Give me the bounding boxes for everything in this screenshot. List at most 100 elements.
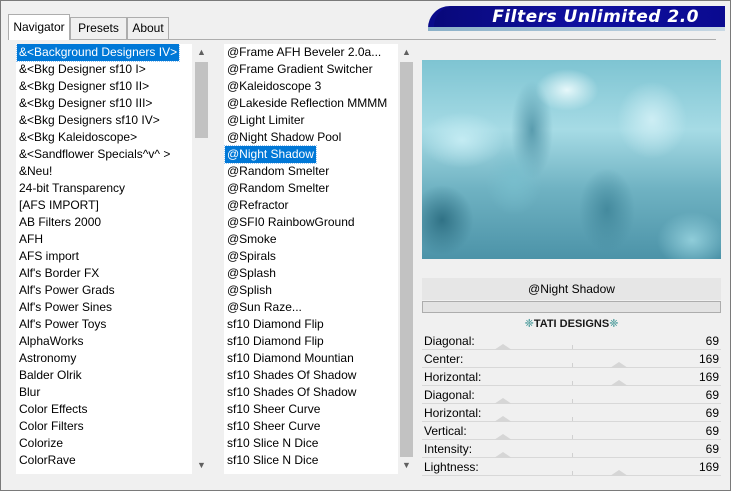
category-item[interactable]: &<Bkg Designers sf10 IV> bbox=[16, 112, 192, 129]
category-item[interactable]: AB Filters 2000 bbox=[16, 214, 192, 231]
banner-underline bbox=[428, 27, 725, 31]
filter-item[interactable]: @Night Shadow bbox=[224, 145, 398, 164]
ornament-icon: ❈ bbox=[524, 318, 534, 330]
filter-item-label: @Smoke bbox=[227, 232, 277, 246]
app-title: Filters Unlimited 2.0 bbox=[492, 7, 699, 27]
category-item[interactable]: AFS import bbox=[16, 248, 192, 265]
category-item[interactable]: &Neu! bbox=[16, 163, 192, 180]
filter-item[interactable]: sf10 Sheer Curve bbox=[224, 418, 398, 435]
category-item[interactable]: 24-bit Transparency bbox=[16, 180, 192, 197]
filter-item[interactable]: @Refractor bbox=[224, 197, 398, 214]
filter-scroll-thumb[interactable] bbox=[400, 62, 413, 457]
category-item[interactable]: Alf's Power Sines bbox=[16, 299, 192, 316]
filter-item[interactable]: @Light Limiter bbox=[224, 112, 398, 129]
param-slider[interactable]: Intensity: 69 bbox=[422, 440, 721, 458]
category-item[interactable]: &<Bkg Designer sf10 III> bbox=[16, 95, 192, 112]
category-item[interactable]: Color Filters bbox=[16, 418, 192, 435]
chevron-up-icon[interactable]: ▲ bbox=[193, 44, 210, 61]
filter-item[interactable]: @Spirals bbox=[224, 248, 398, 265]
filter-item[interactable]: @Smoke bbox=[224, 231, 398, 248]
tab-navigator-label: Navigator bbox=[13, 20, 65, 34]
chevron-down-icon[interactable]: ▼ bbox=[193, 457, 210, 474]
category-item[interactable]: &<Bkg Designer sf10 I> bbox=[16, 61, 192, 78]
category-item[interactable]: &<Bkg Designer sf10 II> bbox=[16, 78, 192, 95]
filter-parameters: Diagonal: 69 Center: 169 Horizontal: 169 Diago… bbox=[422, 332, 721, 476]
filter-item-label: sf10 Sheer Curve bbox=[227, 419, 321, 433]
category-item[interactable]: Astronomy bbox=[16, 350, 192, 367]
tab-navigator[interactable]: Navigator bbox=[8, 14, 70, 40]
filter-item[interactable]: @Random Smelter bbox=[224, 180, 398, 197]
filter-item[interactable]: sf10 Diamond Flip bbox=[224, 316, 398, 333]
filter-item[interactable]: sf10 Slice N Dice bbox=[224, 435, 398, 452]
category-item[interactable]: Balder Olrik bbox=[16, 367, 192, 384]
param-slider[interactable]: Vertical: 69 bbox=[422, 422, 721, 440]
category-item[interactable]: &<Sandflower Specials^v^ > bbox=[16, 146, 192, 163]
category-item-label: Colorize bbox=[19, 436, 64, 450]
param-slider[interactable]: Lightness: 169 bbox=[422, 458, 721, 476]
category-item-label: Alf's Power Grads bbox=[19, 283, 115, 297]
filter-item-label: @Sun Raze... bbox=[227, 300, 302, 314]
category-item-label: &<Background Designers IV> bbox=[16, 44, 181, 62]
filter-item[interactable]: @Splash bbox=[224, 265, 398, 282]
param-value: 69 bbox=[705, 334, 719, 348]
category-item[interactable]: AlphaWorks bbox=[16, 333, 192, 350]
filter-item[interactable]: @Splish bbox=[224, 282, 398, 299]
filter-item-label: @Night Shadow bbox=[224, 145, 317, 164]
filter-scrollbar[interactable]: ▲ ▼ bbox=[398, 44, 415, 474]
filter-item[interactable]: sf10 Sheer Curve bbox=[224, 401, 398, 418]
filter-list[interactable]: @Frame AFH Beveler 2.0a... @Frame Gradien… bbox=[224, 44, 398, 474]
category-item[interactable]: [AFS IMPORT] bbox=[16, 197, 192, 214]
category-item[interactable]: ColorRave bbox=[16, 452, 192, 469]
tab-about[interactable]: About bbox=[127, 17, 169, 39]
filter-item-label: @Spirals bbox=[227, 249, 276, 263]
category-item[interactable]: &<Bkg Kaleidoscope> bbox=[16, 129, 192, 146]
filter-item[interactable]: sf10 Diamond Mountian bbox=[224, 350, 398, 367]
filter-item[interactable]: @Sun Raze... bbox=[224, 299, 398, 316]
category-item-label: Color Filters bbox=[19, 419, 84, 433]
param-slider[interactable]: Horizontal: 169 bbox=[422, 368, 721, 386]
filter-item[interactable]: @Random Smelter bbox=[224, 163, 398, 180]
category-item[interactable]: AFH bbox=[16, 231, 192, 248]
filter-item[interactable]: @SFI0 RainbowGround bbox=[224, 214, 398, 231]
category-item[interactable]: Color Effects bbox=[16, 401, 192, 418]
param-slider[interactable]: Center: 169 bbox=[422, 350, 721, 368]
chevron-up-icon[interactable]: ▲ bbox=[398, 44, 415, 61]
filter-item[interactable]: sf10 Shades Of Shadow bbox=[224, 367, 398, 384]
category-item[interactable]: Colorize bbox=[16, 435, 192, 452]
param-slider-thumb[interactable] bbox=[610, 470, 629, 476]
category-item-label: AB Filters 2000 bbox=[19, 215, 102, 229]
filter-item-label: @Random Smelter bbox=[227, 181, 330, 195]
param-value: 69 bbox=[705, 424, 719, 438]
category-item[interactable]: &<Background Designers IV> bbox=[16, 44, 192, 62]
tab-presets[interactable]: Presets bbox=[70, 17, 127, 39]
category-item[interactable]: Alf's Border FX bbox=[16, 265, 192, 282]
param-slider[interactable]: Diagonal: 69 bbox=[422, 332, 721, 350]
category-item[interactable]: Alf's Power Toys bbox=[16, 316, 192, 333]
category-list[interactable]: &<Background Designers IV> &<Bkg Designer… bbox=[16, 44, 192, 474]
filter-item[interactable]: @Kaleidoscope 3 bbox=[224, 78, 398, 95]
category-item[interactable]: Blur bbox=[16, 384, 192, 401]
filter-item[interactable]: @Frame AFH Beveler 2.0a... bbox=[224, 44, 398, 61]
param-tick bbox=[571, 417, 573, 421]
category-scroll-thumb[interactable] bbox=[195, 62, 208, 138]
filter-item[interactable]: @Frame Gradient Switcher bbox=[224, 61, 398, 78]
filter-item[interactable]: sf10 Shades Of Shadow bbox=[224, 384, 398, 401]
param-slider[interactable]: Diagonal: 69 bbox=[422, 386, 721, 404]
filter-item[interactable]: @Night Shadow Pool bbox=[224, 129, 398, 146]
selected-filter-name: @Night Shadow bbox=[422, 278, 721, 300]
filter-item[interactable]: sf10 Diamond Flip bbox=[224, 333, 398, 350]
category-scrollbar[interactable]: ▲ ▼ bbox=[193, 44, 210, 474]
filter-item-label: @Frame Gradient Switcher bbox=[227, 62, 373, 76]
param-slider[interactable]: Horizontal: 69 bbox=[422, 404, 721, 422]
param-tick bbox=[571, 471, 573, 475]
param-tick bbox=[571, 381, 573, 385]
filter-item-label: sf10 Slice N Dice bbox=[227, 453, 319, 467]
filter-item[interactable]: @Lakeside Reflection MMMM bbox=[224, 95, 398, 112]
category-item[interactable]: Alf's Power Grads bbox=[16, 282, 192, 299]
param-label: Diagonal: bbox=[424, 334, 475, 348]
filter-item-label: @Frame AFH Beveler 2.0a... bbox=[227, 45, 382, 59]
filter-item[interactable]: sf10 Slice N Dice bbox=[224, 452, 398, 469]
chevron-down-icon[interactable]: ▼ bbox=[398, 457, 415, 474]
filter-item-label: sf10 Slice N Dice bbox=[227, 436, 319, 450]
category-item-label: Blur bbox=[19, 385, 41, 399]
